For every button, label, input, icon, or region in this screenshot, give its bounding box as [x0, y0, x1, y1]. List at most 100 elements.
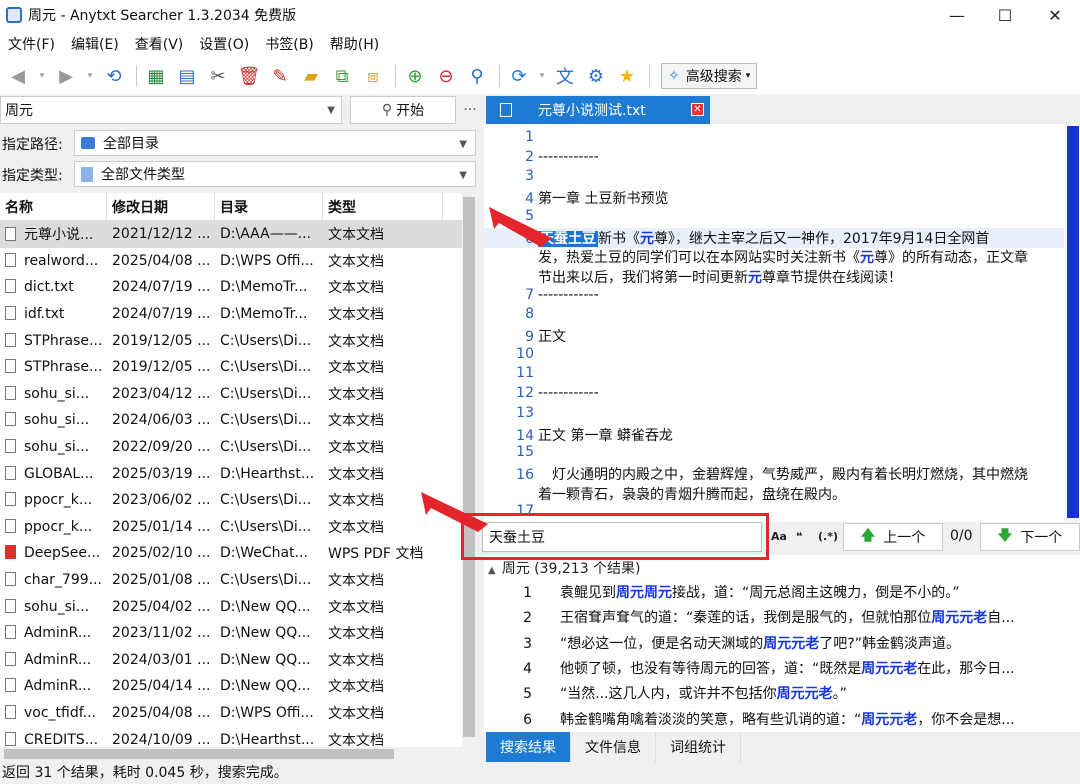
find-previous-button[interactable]: 🡅 上一个 [843, 523, 943, 551]
file-name: AdminR... [24, 625, 92, 642]
history-icon[interactable]: ⟲ [100, 62, 128, 90]
table-row[interactable]: CREDITS... 2024/10/09 ... D:\Hearthst... 文本… [0, 726, 462, 747]
table-row[interactable]: sohu_si... 2023/04/12 ... C:\Users\Di... 文本… [0, 381, 462, 408]
back-dropdown-icon[interactable]: ▾ [35, 62, 49, 90]
zoom-in-icon[interactable]: ⊕ [401, 62, 429, 90]
copy-to-icon[interactable]: ⧉ [328, 62, 356, 90]
file-dir-cell: C:\Users\Di... [220, 332, 312, 349]
menu-help[interactable]: 帮助(H) [322, 34, 387, 54]
preview-tab[interactable]: 元尊小说测试.txt [486, 96, 710, 124]
column-type[interactable]: 类型 [323, 193, 443, 221]
more-options-button[interactable]: ··· [458, 96, 482, 124]
tab-search-results[interactable]: 搜索结果 [486, 732, 571, 762]
table-scroll-thumb[interactable] [463, 197, 475, 737]
result-row[interactable]: 4 他顿了顿，也没有等待周元的回答，道：“既然是周元元老在此，那今日... [484, 658, 1080, 683]
zoom-out-icon[interactable]: ⊖ [432, 62, 460, 90]
settings-search-icon[interactable]: ⚙ [582, 62, 610, 90]
translate-icon[interactable]: 文 [551, 62, 579, 90]
result-text: 。” [832, 686, 847, 703]
find-previous-label: 上一个 [883, 530, 926, 546]
column-date[interactable]: 修改日期 [107, 193, 215, 221]
text-file-icon [5, 651, 16, 666]
advanced-search-button[interactable]: ✧ 高级搜索 ▾ [661, 63, 758, 89]
file-date-cell: 2024/10/09 ... [112, 731, 211, 747]
search-input[interactable]: 周元 ▼ [0, 96, 342, 124]
result-row[interactable]: 2 王宿耷声耷气的道：“秦莲的话，我倒是服气的，但就怕那位周元元老自... [484, 607, 1080, 632]
column-directory[interactable]: 目录 [215, 193, 323, 221]
result-text: 接战，道：“周元总阁主这魄力，倒是不小的。” [672, 585, 960, 601]
menu-file[interactable]: 文件(F) [0, 34, 63, 54]
file-name-cell: sohu_si... [0, 598, 107, 615]
start-search-button[interactable]: ⚲ 开始 [350, 96, 456, 124]
table-hscroll-thumb[interactable] [4, 749, 394, 759]
refresh-dropdown-icon[interactable]: ▾ [536, 62, 548, 90]
preview-line: 15 [484, 444, 1064, 460]
file-type-icon [81, 166, 93, 182]
delete-icon[interactable]: 🗑 [235, 62, 263, 90]
result-row[interactable]: 3 “想必这一位，便是名动天渊域的周元元老了吧?”韩金鹤淡声道。 [484, 633, 1080, 658]
document-preview[interactable]: 1 2 ------------ 3 4 第一章 土豆新书预览 5 6 天蚕土豆 新书《元尊》，继… [484, 124, 1064, 522]
tab-file-info[interactable]: 文件信息 [571, 732, 656, 762]
table-row[interactable]: realword... 2025/04/08 ... D:\WPS Offi... 文… [0, 248, 462, 275]
table-row[interactable]: GLOBAL... 2025/03/19 ... D:\Hearthst... 文本文… [0, 460, 462, 487]
tab-phrase-stats[interactable]: 词组统计 [656, 732, 741, 762]
results-header[interactable]: ▲ 周元 (39,213 个结果) [488, 558, 641, 578]
whole-word-toggle[interactable]: ❝ [796, 530, 802, 543]
search-icon[interactable]: ⚲ [463, 62, 491, 90]
collapse-icon[interactable]: ▲ [488, 565, 496, 576]
table-row[interactable]: AdminR... 2023/11/02 ... D:\New QQ... 文本文档 [0, 620, 462, 647]
forward-dropdown-icon[interactable]: ▾ [83, 62, 97, 90]
match-case-toggle[interactable]: Aa [771, 530, 787, 543]
forward-icon[interactable]: ▶ [52, 62, 80, 90]
table-row[interactable]: DeepSee... 2025/02/10 ... D:\WeChat... WPS … [0, 540, 462, 567]
preview-scroll-thumb[interactable] [1067, 126, 1079, 518]
document-icon[interactable]: ▤ [173, 62, 201, 90]
result-keyword: 周元元老 [763, 635, 820, 652]
result-row[interactable]: 6 韩金鹤嘴角噙着淡淡的笑意，略有些讥诮的道：“周元元老，你不会是想... [484, 709, 1080, 733]
clean-icon[interactable]: ✎ [266, 62, 294, 90]
type-select[interactable]: 全部文件类型 ▼ [74, 161, 476, 187]
open-folder-icon[interactable]: ▰ [297, 62, 325, 90]
path-select[interactable]: 全部目录 ▼ [74, 130, 476, 156]
result-row[interactable]: 5 “当然...这几人内，或许并不包括你周元元老。” [484, 683, 1080, 708]
find-next-button[interactable]: 🡇 下一个 [980, 523, 1080, 551]
table-row[interactable]: char_799... 2025/01/08 ... C:\Users\Di... 文… [0, 567, 462, 594]
column-name[interactable]: 名称 [0, 193, 107, 221]
chevron-down-icon[interactable]: ▼ [327, 105, 335, 116]
advanced-search-icon: ✧ [668, 68, 680, 84]
keyword-highlight: 元 [640, 230, 654, 247]
menu-edit[interactable]: 编辑(E) [63, 34, 127, 54]
table-row[interactable]: voc_tfidf... 2025/04/08 ... D:\WPS Offi...… [0, 700, 462, 727]
menu-bookmarks[interactable]: 书签(B) [257, 34, 322, 54]
maximize-button[interactable]: ☐ [982, 0, 1028, 30]
search-icon: ⚲ [381, 102, 393, 118]
back-icon[interactable]: ◀ [4, 62, 32, 90]
table-row[interactable]: dict.txt 2024/07/19 ... D:\MemoTr... 文本文档 [0, 274, 462, 301]
refresh-icon[interactable]: ⟳ [505, 62, 533, 90]
excel-export-icon[interactable]: ▦ [142, 62, 170, 90]
table-row[interactable]: idf.txt 2024/07/19 ... D:\MemoTr... 文本文档 [0, 301, 462, 328]
result-row[interactable]: 1 袁鲲见到周元周元接战，道：“周元总阁主这魄力，倒是不小的。” [484, 582, 1080, 607]
table-row[interactable]: STPhrase... 2019/12/05 ... C:\Users\Di... 文… [0, 327, 462, 354]
cut-icon[interactable]: ✂ [204, 62, 232, 90]
line-number: 3 [525, 168, 534, 185]
table-row[interactable]: sohu_si... 2024/06/03 ... C:\Users\Di... 文本… [0, 407, 462, 434]
table-row[interactable]: ppocr_k... 2025/01/14 ... C:\Users\Di... 文本… [0, 514, 462, 541]
regex-toggle[interactable]: (.*) [818, 530, 838, 543]
table-row[interactable]: sohu_si... 2025/04/02 ... D:\New QQ... 文本文档 [0, 593, 462, 620]
minimize-button[interactable]: — [934, 0, 980, 30]
table-row[interactable]: AdminR... 2024/03/01 ... D:\New QQ... 文本文档 [0, 647, 462, 674]
table-row[interactable]: ppocr_k... 2023/06/02 ... C:\Users\Di... 文本… [0, 487, 462, 514]
table-row[interactable]: 元尊小说... 2021/12/12 ... D:\AAA——... 文本文档 [0, 221, 462, 248]
close-button[interactable]: ✕ [1032, 0, 1078, 30]
menu-settings[interactable]: 设置(O) [191, 34, 257, 54]
star-icon[interactable]: ★ [613, 62, 641, 90]
close-tab-icon[interactable]: ✕ [691, 103, 704, 116]
table-row[interactable]: AdminR... 2025/04/14 ... D:\New QQ... 文本文档 [0, 673, 462, 700]
table-row[interactable]: sohu_si... 2022/09/20 ... C:\Users\Di... 文本… [0, 434, 462, 461]
menu-view[interactable]: 查看(V) [127, 34, 192, 54]
file-type-cell: 文本文档 [328, 440, 384, 457]
move-to-icon[interactable]: ⧈ [359, 62, 387, 90]
table-row[interactable]: STPhrase... 2019/12/05 ... C:\Users\Di... 文… [0, 354, 462, 381]
